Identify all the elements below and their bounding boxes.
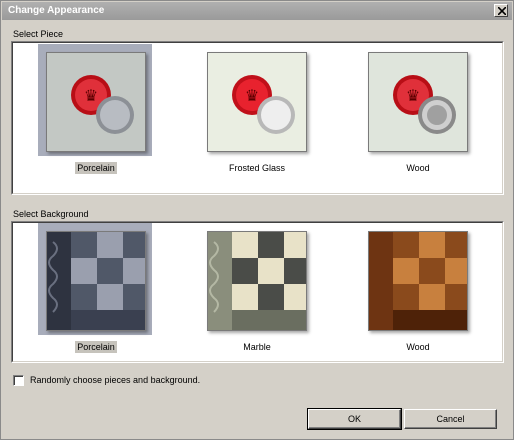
porcelain-piece-thumbnail: ♛ — [46, 52, 146, 152]
title-bar: Change Appearance — [2, 2, 512, 20]
svg-text:♛: ♛ — [245, 86, 259, 105]
cancel-button[interactable]: Cancel — [404, 409, 497, 429]
piece-option-frosted-glass[interactable]: ♛ Frosted Glass — [207, 52, 307, 173]
frosted-glass-piece-thumbnail: ♛ — [207, 52, 307, 152]
piece-label-frosted-glass: Frosted Glass — [228, 163, 286, 173]
random-checkbox-label[interactable]: Randomly choose pieces and background. — [30, 375, 200, 385]
piece-option-porcelain[interactable]: ♛ Porcelain — [38, 44, 152, 174]
piece-panel: ♛ Porcelain ♛ Frosted Glass ♛ Wood — [11, 41, 504, 195]
background-option-porcelain[interactable]: Porcelain — [38, 223, 152, 353]
svg-text:♛: ♛ — [84, 86, 98, 105]
background-label-marble: Marble — [243, 342, 271, 352]
background-panel: Porcelain Marble Wood — [11, 221, 504, 363]
background-option-wood[interactable]: Wood — [368, 231, 468, 352]
wood-board-thumbnail — [368, 231, 468, 331]
svg-text:♛: ♛ — [406, 86, 420, 105]
piece-label-wood: Wood — [406, 163, 430, 173]
wood-piece-thumbnail: ♛ — [368, 52, 468, 152]
background-label-wood: Wood — [406, 342, 430, 352]
window-title: Change Appearance — [8, 5, 105, 16]
random-checkbox[interactable] — [13, 375, 24, 386]
piece-option-wood[interactable]: ♛ Wood — [368, 52, 468, 173]
background-label-porcelain: Porcelain — [75, 341, 117, 353]
background-option-marble[interactable]: Marble — [207, 231, 307, 352]
ok-button[interactable]: OK — [307, 408, 402, 430]
marble-board-thumbnail — [207, 231, 307, 331]
piece-label-porcelain: Porcelain — [75, 162, 117, 174]
select-piece-label: Select Piece — [13, 29, 64, 39]
change-appearance-dialog: Change Appearance Select Piece ♛ Porcela… — [0, 0, 514, 440]
close-icon — [498, 7, 506, 15]
close-button[interactable] — [494, 4, 508, 17]
porcelain-board-thumbnail — [46, 231, 146, 331]
select-background-label: Select Background — [13, 209, 89, 219]
